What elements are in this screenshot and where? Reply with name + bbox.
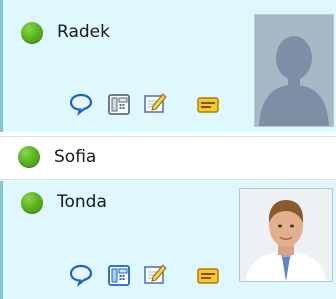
presence-online-icon [21,22,43,44]
contact-row-tonda[interactable]: Tonda [0,181,336,299]
phone-icon[interactable] [107,92,131,116]
edit-note-icon[interactable] [143,261,167,285]
contact-list: Radek Sofia Tonda [0,0,336,299]
row-divider [0,136,336,137]
contact-card-icon[interactable] [196,95,220,119]
avatar [254,14,334,127]
contact-card-icon[interactable] [196,266,220,290]
contact-row-sofia[interactable]: Sofia [0,140,336,176]
edit-note-icon[interactable] [143,90,167,114]
chat-bubble-icon[interactable] [69,92,93,116]
avatar [239,188,333,282]
contact-name: Radek [57,22,110,42]
contact-row-radek[interactable]: Radek [0,0,336,132]
presence-online-icon [18,146,40,168]
presence-online-icon [21,192,43,214]
row-divider [0,179,336,180]
contact-name: Tonda [57,192,107,212]
contact-name: Sofia [54,147,97,167]
chat-bubble-icon[interactable] [69,263,93,287]
phone-icon[interactable] [107,263,131,287]
